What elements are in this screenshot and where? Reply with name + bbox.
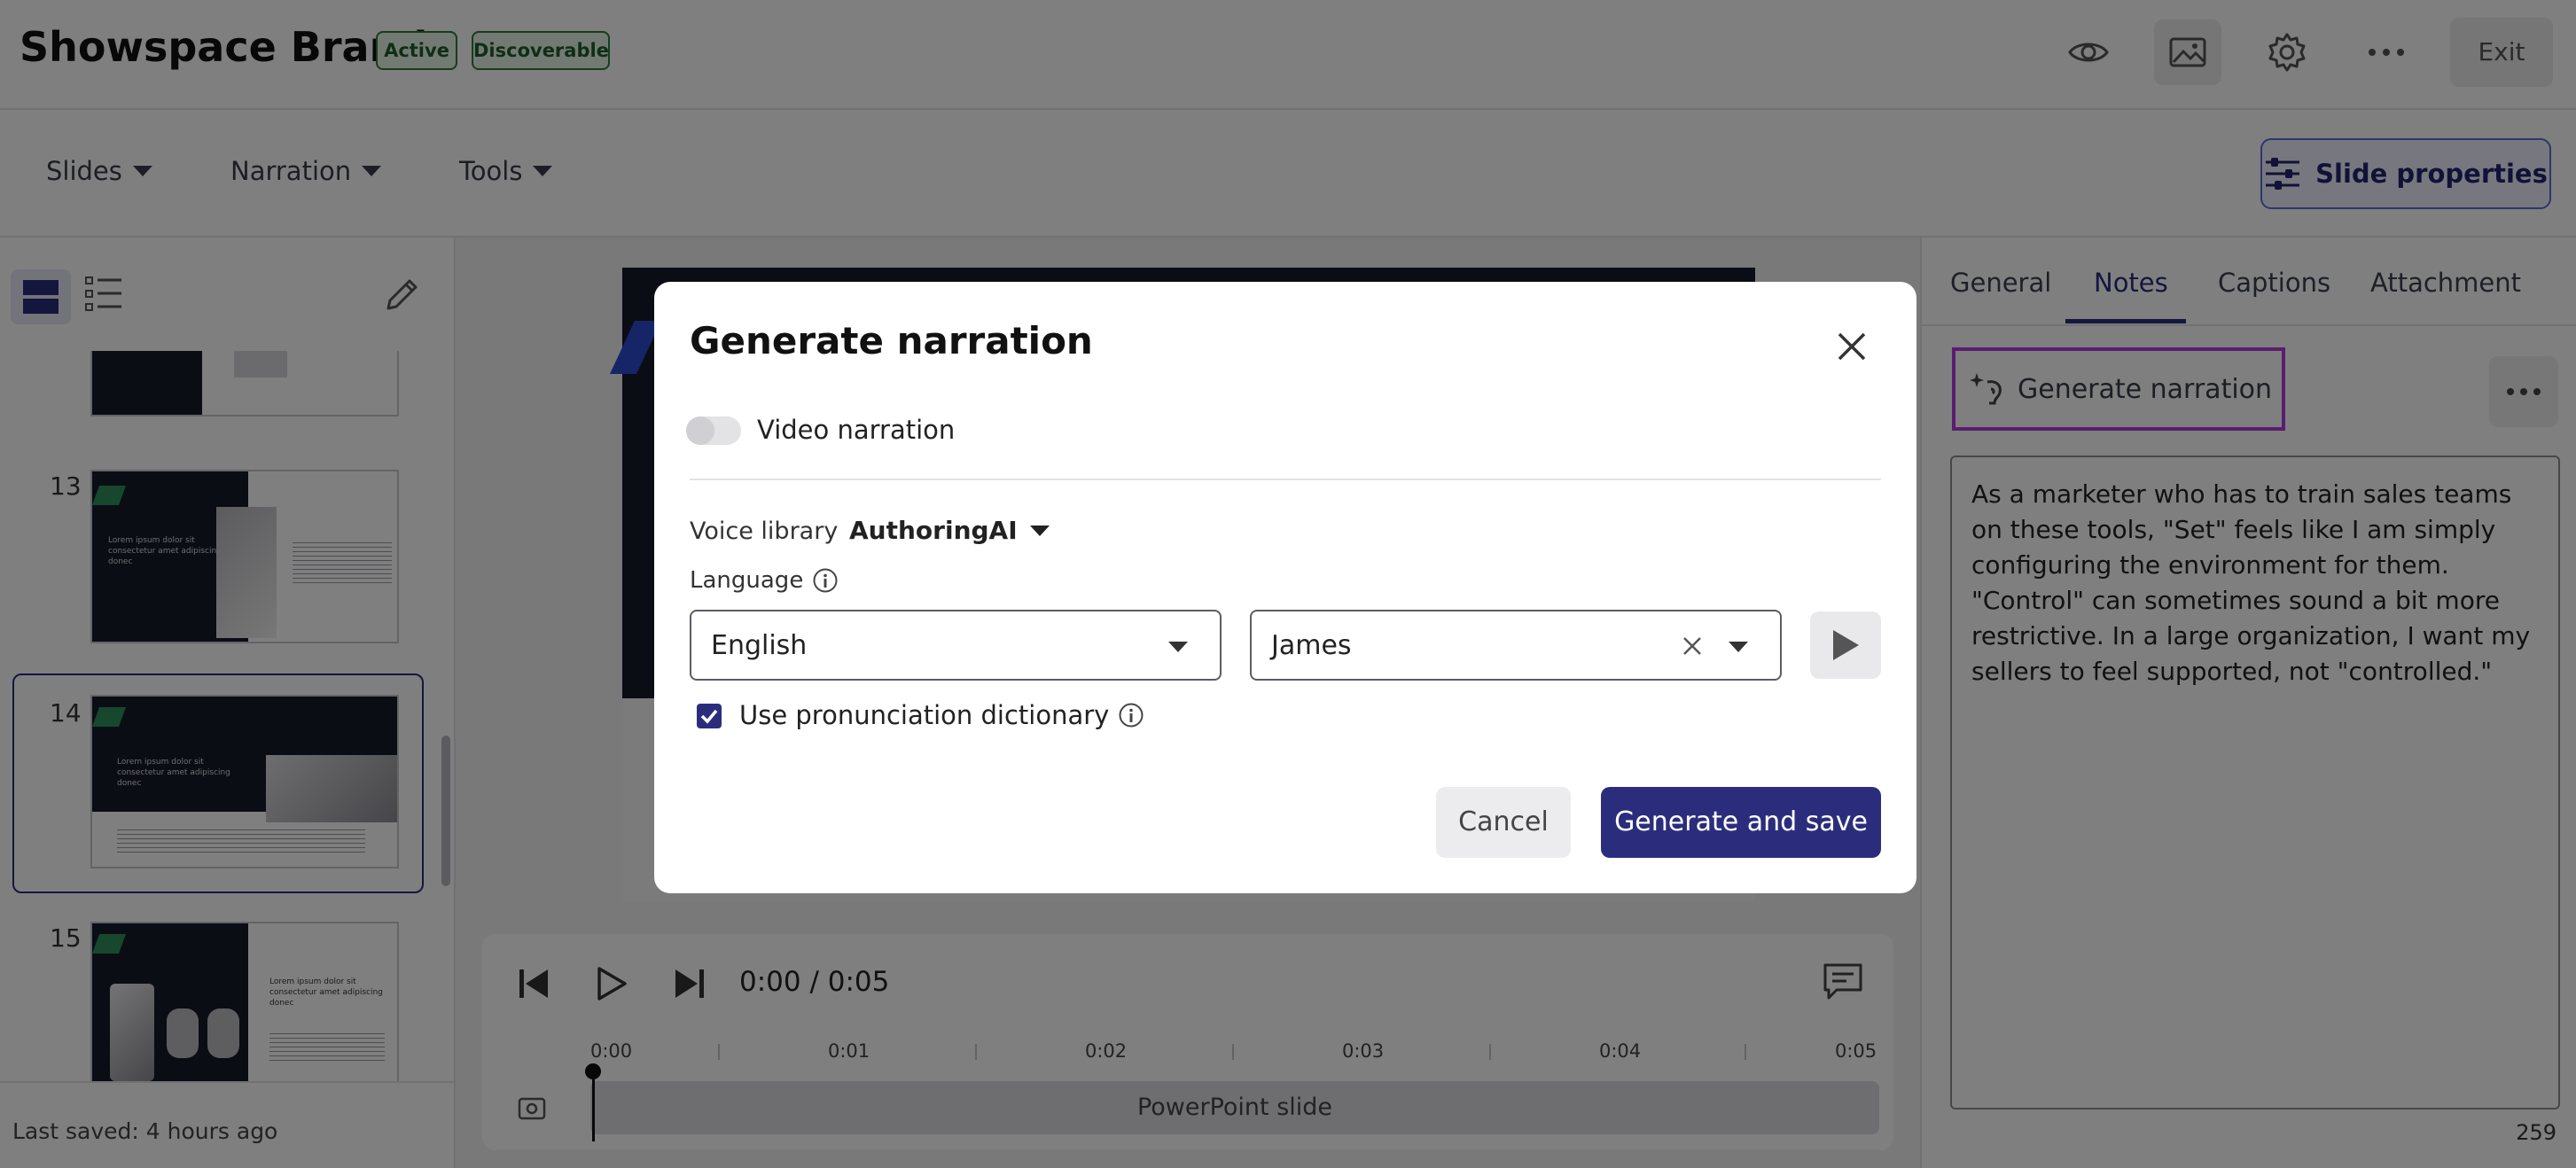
toggle-knob <box>686 417 714 445</box>
generate-and-save-button[interactable]: Generate and save <box>1601 787 1881 858</box>
pronunciation-label: Use pronunciation dictionary <box>739 700 1144 730</box>
info-icon[interactable] <box>812 567 839 594</box>
pronunciation-label-text: Use pronunciation dictionary <box>739 700 1110 730</box>
language-select[interactable]: English <box>690 610 1222 681</box>
voice-library-label: Voice library <box>690 518 839 545</box>
info-icon[interactable] <box>1118 702 1144 728</box>
preview-voice-button[interactable] <box>1810 611 1881 679</box>
clear-icon[interactable] <box>1681 635 1704 658</box>
language-label: Language <box>690 567 839 594</box>
close-button[interactable] <box>1831 326 1872 367</box>
language-value: English <box>711 629 808 661</box>
dialog-title: Generate narration <box>690 319 1093 362</box>
divider <box>690 479 1881 480</box>
caret-down-icon <box>1168 642 1188 652</box>
voice-value: James <box>1271 629 1352 661</box>
voice-library-select[interactable]: AuthoringAI <box>849 516 1050 545</box>
cancel-button[interactable]: Cancel <box>1436 787 1571 858</box>
play-icon <box>1833 630 1859 660</box>
video-narration-label: Video narration <box>757 415 956 445</box>
caret-down-icon <box>1029 525 1050 536</box>
voice-select[interactable]: James <box>1250 610 1782 681</box>
check-icon <box>700 709 718 724</box>
close-icon <box>1838 332 1866 361</box>
pronunciation-checkbox[interactable] <box>697 704 722 728</box>
language-label-text: Language <box>690 567 804 594</box>
voice-library-value: AuthoringAI <box>849 516 1018 545</box>
caret-down-icon <box>1729 642 1748 652</box>
